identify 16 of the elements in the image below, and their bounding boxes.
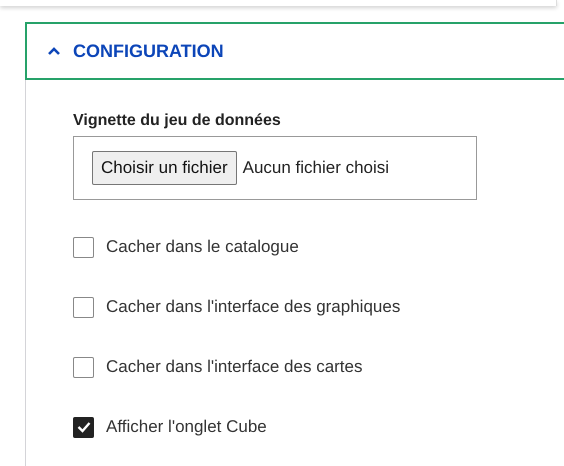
file-input[interactable]: Choisir un fichier Aucun fichier choisi [73,136,477,200]
checkbox[interactable] [73,416,94,438]
file-status: Aucun fichier choisi [242,158,390,178]
checkbox[interactable] [73,296,94,318]
checkbox-label: Cacher dans l'interface des graphiques [106,297,400,317]
section-header[interactable]: CONFIGURATION [25,22,564,80]
checkbox[interactable] [73,356,94,378]
chevron-icon [47,46,61,56]
section-title: CONFIGURATION [73,40,224,62]
checkbox-label: Afficher l'onglet Cube [106,417,267,437]
field-label: Vignette du jeu de données [73,112,282,130]
checkbox-label: Cacher dans le catalogue [106,237,299,257]
checkbox-label: Cacher dans l'interface des cartes [106,357,362,377]
choose-file-button[interactable]: Choisir un fichier [92,151,237,185]
check-icon [76,421,90,433]
checkbox[interactable] [73,236,94,258]
